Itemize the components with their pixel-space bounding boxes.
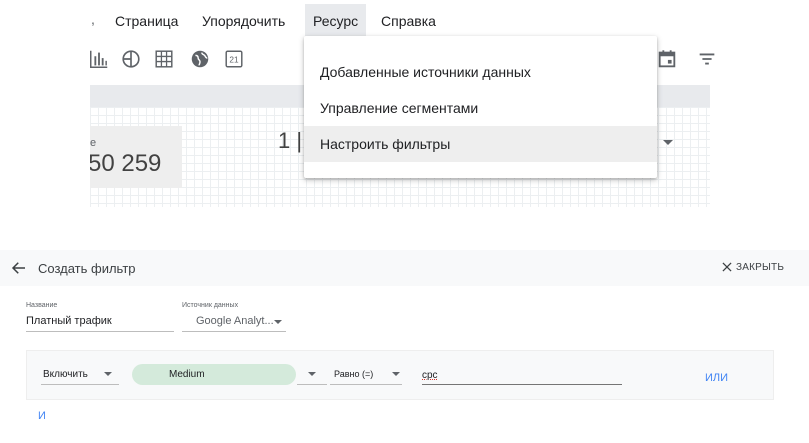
scorecard-value: 50 259 (90, 150, 162, 177)
menu-item-manage-filters[interactable]: Настроить фильтры (304, 126, 657, 162)
table-icon[interactable] (153, 48, 175, 70)
include-exclude-select[interactable]: Включить (41, 363, 119, 385)
menu-separator: , (91, 11, 95, 27)
dimension-value: Medium (169, 369, 205, 380)
and-condition-button[interactable]: И (38, 410, 46, 422)
menu-resource[interactable]: Ресурс (305, 4, 367, 38)
close-label: ЗАКРЫТЬ (736, 261, 785, 273)
filter-value-input[interactable] (422, 363, 622, 385)
calendar-date-text: 21 (229, 56, 239, 65)
scorecard-label: е (90, 137, 97, 149)
chevron-down-icon[interactable] (663, 140, 673, 145)
partial-metric-value: 1 | (278, 128, 303, 153)
arrow-back-icon[interactable] (10, 259, 28, 277)
resource-menu-dropdown: Добавленные источники данных Управление … (304, 36, 657, 178)
chevron-down-icon (104, 372, 112, 376)
or-condition-button[interactable]: ИЛИ (705, 372, 728, 384)
dimension-chip[interactable]: Medium (132, 364, 296, 385)
filter-name-input[interactable] (26, 314, 174, 332)
chevron-down-icon (308, 372, 316, 376)
bullet-chart-icon[interactable] (120, 48, 142, 70)
menu-help[interactable]: Справка (381, 12, 436, 30)
geo-map-icon[interactable] (189, 48, 211, 70)
datasource-value: Google Analyt... (196, 315, 274, 327)
operator-select[interactable]: Равно (=) (330, 363, 402, 385)
chevron-down-icon (274, 320, 282, 324)
filter-editor-title: Создать фильтр (38, 261, 136, 276)
datasource-field-label: Источник данных (182, 302, 239, 309)
dimension-select[interactable] (297, 363, 327, 385)
name-field-label: Название (26, 302, 58, 309)
menubar: , Страница Упорядочить Ресурс Справка (0, 0, 809, 38)
datasource-select[interactable]: Google Analyt... (182, 314, 286, 332)
menu-arrange[interactable]: Упорядочить (202, 12, 285, 30)
bar-chart-icon[interactable] (88, 48, 110, 70)
menu-item-manage-segments[interactable]: Управление сегментами (304, 90, 657, 126)
calendar-icon[interactable] (656, 48, 678, 70)
menu-page[interactable]: Страница (115, 12, 178, 30)
scorecard[interactable]: е 50 259 (90, 126, 182, 188)
menu-item-added-data-sources[interactable]: Добавленные источники данных (304, 54, 657, 90)
close-button[interactable]: ЗАКРЫТЬ (720, 260, 784, 274)
filter-lines-icon[interactable] (696, 48, 718, 70)
chevron-down-icon (392, 372, 400, 376)
include-exclude-value: Включить (43, 369, 88, 380)
close-icon (722, 262, 732, 272)
filter-editor-header: Создать фильтр ЗАКРЫТЬ (0, 250, 809, 286)
filter-clause: Включить Medium Равно (=) ИЛИ (26, 350, 774, 400)
calendar-date-icon[interactable]: 21 (223, 48, 245, 70)
operator-value: Равно (=) (334, 369, 374, 379)
